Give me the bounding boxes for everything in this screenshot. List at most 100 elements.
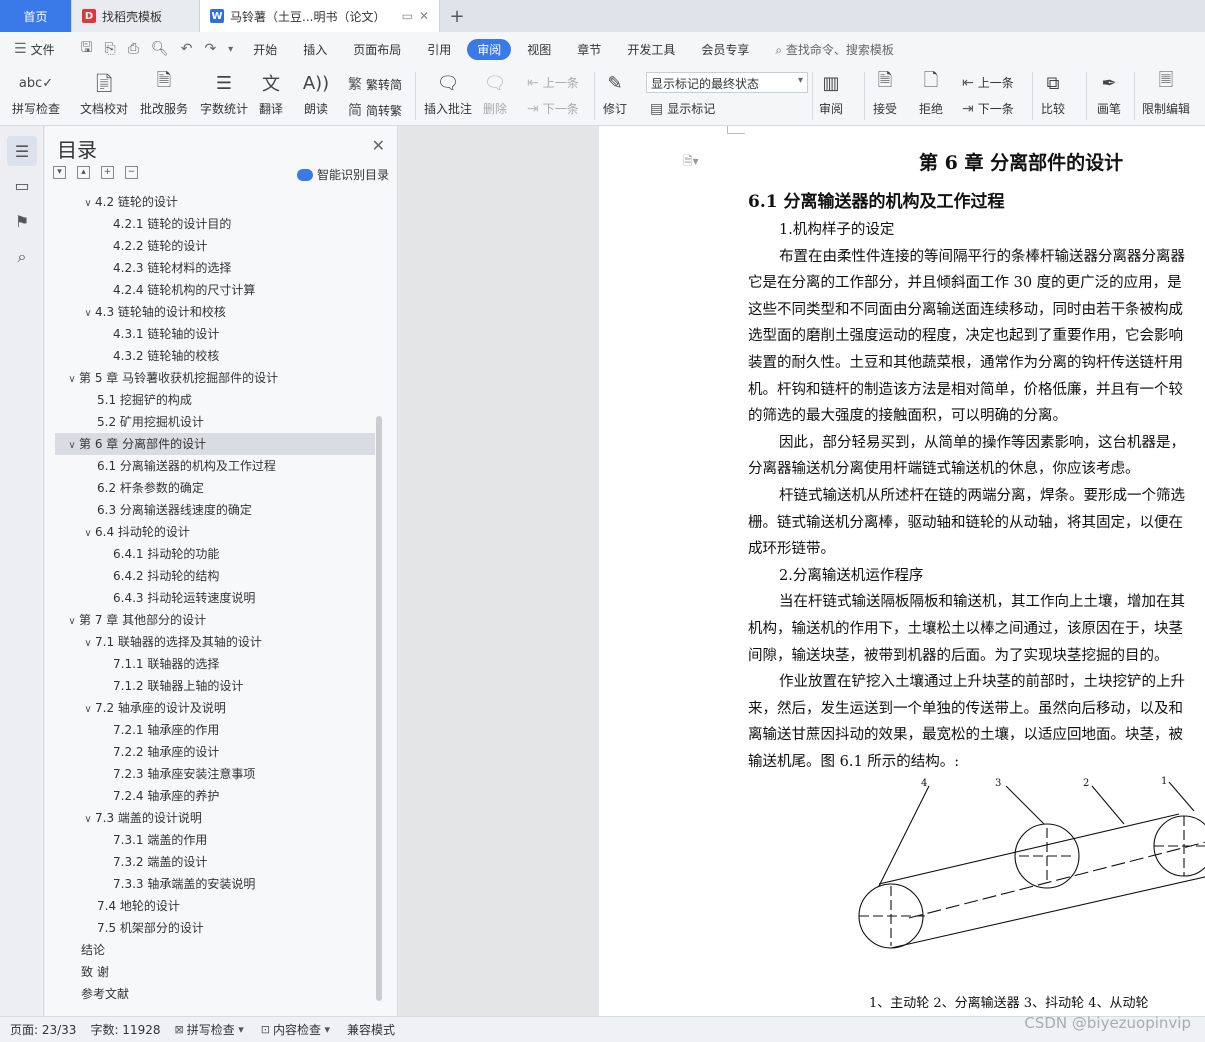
toc-item[interactable]: 4.3.2 链轮轴的校核 — [55, 345, 375, 367]
toc-item[interactable]: ∨ 4.2 链轮的设计 — [55, 191, 375, 213]
next-comment-button[interactable]: ⇥ 下一条 — [527, 100, 579, 117]
trad-to-simp-button[interactable]: 繁繁转简 — [348, 74, 402, 94]
toc-item[interactable]: 参考文献 — [55, 983, 375, 1005]
restrict-edit-button[interactable]: 🗏 限制编辑 — [1142, 70, 1190, 117]
prev-change-button[interactable]: ⇤ 上一条 — [962, 74, 1014, 91]
next-change-button[interactable]: ⇥ 下一条 — [962, 100, 1014, 117]
chevron-down-icon[interactable]: ∨ — [81, 523, 95, 545]
chevron-down-icon[interactable]: ∨ — [81, 193, 95, 215]
toc-item[interactable]: ∨ 4.3 链轮轴的设计和校核 — [55, 301, 375, 323]
document-page[interactable]: 🗎▾ 第 6 章 分离部件的设计 6.1 分离输送器的机构及工作过程 1.机构样… — [599, 126, 1205, 1016]
chevron-down-icon[interactable]: ∨ — [81, 809, 95, 831]
toc-item[interactable]: 7.1.1 联轴器的选择 — [55, 653, 375, 675]
chevron-down-icon[interactable]: ∨ — [65, 435, 79, 457]
track-changes-button[interactable]: ✎ 修订 — [602, 70, 628, 117]
tab-home[interactable]: 首页 — [0, 0, 72, 32]
pen-button[interactable]: ✒ 画笔 — [1096, 70, 1122, 117]
toc-item[interactable]: 6.3 分离输送器线速度的确定 — [55, 499, 375, 521]
compare-button[interactable]: ⧉ 比较 — [1040, 70, 1066, 117]
spell-check-button[interactable]: abc✓ 拼写检查 — [12, 70, 60, 117]
toc-item[interactable]: 致 谢 — [55, 961, 375, 983]
menu-member[interactable]: 会员专享 — [701, 41, 749, 58]
toc-item[interactable]: 6.2 杆条参数的确定 — [55, 477, 375, 499]
toc-item[interactable]: 结论 — [55, 939, 375, 961]
markup-state-select[interactable]: 显示标记的最终状态 ▾ — [646, 72, 808, 93]
toc-item[interactable]: ∨ 7.1 联轴器的选择及其轴的设计 — [55, 631, 375, 653]
toc-item[interactable]: 7.3.1 端盖的作用 — [55, 829, 375, 851]
toc-item[interactable]: ∨ 7.2 轴承座的设计及说明 — [55, 697, 375, 719]
close-icon[interactable]: ✕ — [372, 136, 385, 155]
toc-item[interactable]: 6.4.3 抖动轮运转速度说明 — [55, 587, 375, 609]
preview-icon[interactable]: 🔍︎ — [151, 41, 169, 57]
save-icon[interactable]: 🖫 — [81, 37, 93, 61]
menu-insert[interactable]: 插入 — [303, 41, 327, 58]
doc-proof-button[interactable]: 📄︎ 文档校对 — [80, 70, 128, 117]
collapse-all-icon[interactable]: ▾ — [53, 166, 66, 179]
word-count-indicator[interactable]: 字数: 11928 — [90, 1021, 160, 1038]
export-icon[interactable]: ⎘ — [105, 41, 116, 57]
toc-scrollbar[interactable] — [376, 416, 382, 1001]
toc-item[interactable]: 7.2.1 轴承座的作用 — [55, 719, 375, 741]
toc-item[interactable]: 7.2.4 轴承座的养护 — [55, 785, 375, 807]
menu-chapter[interactable]: 章节 — [577, 41, 601, 58]
screen-icon[interactable]: ▭ — [402, 9, 413, 23]
expand-icon[interactable]: + — [101, 166, 114, 179]
toc-item[interactable]: 4.2.3 链轮材料的选择 — [55, 257, 375, 279]
menu-start[interactable]: 开始 — [253, 41, 277, 58]
toc-item[interactable]: 4.3.1 链轮轴的设计 — [55, 323, 375, 345]
smart-toc-button[interactable]: 智能识别目录 — [296, 166, 389, 183]
toc-item[interactable]: 5.2 矿用挖掘机设计 — [55, 411, 375, 433]
toc-item[interactable]: 7.4 地轮的设计 — [55, 895, 375, 917]
translate-button[interactable]: 文翻译 — [258, 70, 284, 117]
menu-page-layout[interactable]: 页面布局 — [353, 41, 401, 58]
status-spell-check[interactable]: ⊠ 拼写检查 ▾ — [175, 1021, 247, 1038]
tab-template[interactable]: D 找稻壳模板 — [72, 0, 200, 32]
toc-item[interactable]: 6.4.1 抖动轮的功能 — [55, 543, 375, 565]
chevron-down-icon[interactable]: ∨ — [65, 369, 79, 391]
print-icon[interactable]: ⎙ — [128, 41, 139, 57]
menu-file[interactable]: 文件 — [31, 41, 55, 58]
redo-icon[interactable]: ↷ — [204, 41, 216, 57]
menu-view[interactable]: 视图 — [527, 41, 551, 58]
command-search[interactable]: ⌕ 查找命令、搜索模板 — [775, 41, 894, 58]
toc-item[interactable]: ∨ 第 5 章 马铃薯收获机挖掘部件的设计 — [55, 367, 375, 389]
toc-item[interactable]: 4.2.4 链轮机构的尺寸计算 — [55, 279, 375, 301]
chapter-nav-icon[interactable]: ▭ — [7, 170, 37, 200]
menu-developer[interactable]: 开发工具 — [627, 41, 675, 58]
chevron-down-icon[interactable]: ∨ — [81, 303, 95, 325]
chevron-down-icon[interactable]: ∨ — [65, 611, 79, 633]
toc-item[interactable]: ∨ 6.4 抖动轮的设计 — [55, 521, 375, 543]
doc-outline-icon[interactable]: 🗎▾ — [683, 152, 699, 173]
toc-item[interactable]: ∨ 第 6 章 分离部件的设计 — [55, 433, 375, 455]
toc-item[interactable]: 7.3.3 轴承端盖的安装说明 — [55, 873, 375, 895]
expand-up-icon[interactable]: ▴ — [77, 166, 90, 179]
review-pane-button[interactable]: ▥ 审阅 — [818, 70, 844, 117]
toc-item[interactable]: 4.2.1 链轮的设计目的 — [55, 213, 375, 235]
collapse-icon[interactable]: − — [125, 166, 138, 179]
toc-item[interactable]: 7.2.2 轴承座的设计 — [55, 741, 375, 763]
tab-document[interactable]: W 马铃薯（土豆...明书（论文） ▭ ✕ — [200, 0, 440, 32]
reject-button[interactable]: 🗋 拒绝 — [918, 70, 944, 117]
menu-review[interactable]: 审阅 — [467, 38, 512, 60]
accept-button[interactable]: 🗎 接受 — [872, 70, 898, 117]
toc-item[interactable]: 5.1 挖掘铲的构成 — [55, 389, 375, 411]
prev-comment-button[interactable]: ⇤ 上一条 — [527, 74, 579, 91]
toc-panel-icon[interactable]: ☰ — [7, 136, 37, 166]
show-markup-button[interactable]: ▤ 显示标记 — [650, 100, 715, 117]
hamburger-icon[interactable]: ☰ — [14, 41, 27, 57]
chevron-down-icon[interactable]: ▾ — [228, 44, 233, 55]
search-icon[interactable]: ⌕ — [7, 242, 37, 272]
close-tab-icon[interactable]: ✕ — [419, 9, 429, 23]
toc-item[interactable]: 4.2.2 链轮的设计 — [55, 235, 375, 257]
simp-to-trad-button[interactable]: 简简转繁 — [348, 100, 402, 120]
toc-item[interactable]: 7.5 机架部分的设计 — [55, 917, 375, 939]
toc-item[interactable]: 7.2.3 轴承座安装注意事项 — [55, 763, 375, 785]
insert-comment-button[interactable]: 🗨︎ 插入批注 — [424, 70, 472, 117]
undo-icon[interactable]: ↶ — [181, 41, 193, 57]
delete-comment-button[interactable]: 🗨︎ 删除 — [482, 70, 508, 117]
status-content-check[interactable]: ⊡ 内容检查 ▾ — [261, 1021, 333, 1038]
toc-item[interactable]: 6.1 分离输送器的机构及工作过程 — [55, 455, 375, 477]
batch-service-button[interactable]: 🗎 批改服务 — [140, 70, 188, 117]
menu-references[interactable]: 引用 — [427, 41, 451, 58]
toc-item[interactable]: ∨ 7.3 端盖的设计说明 — [55, 807, 375, 829]
